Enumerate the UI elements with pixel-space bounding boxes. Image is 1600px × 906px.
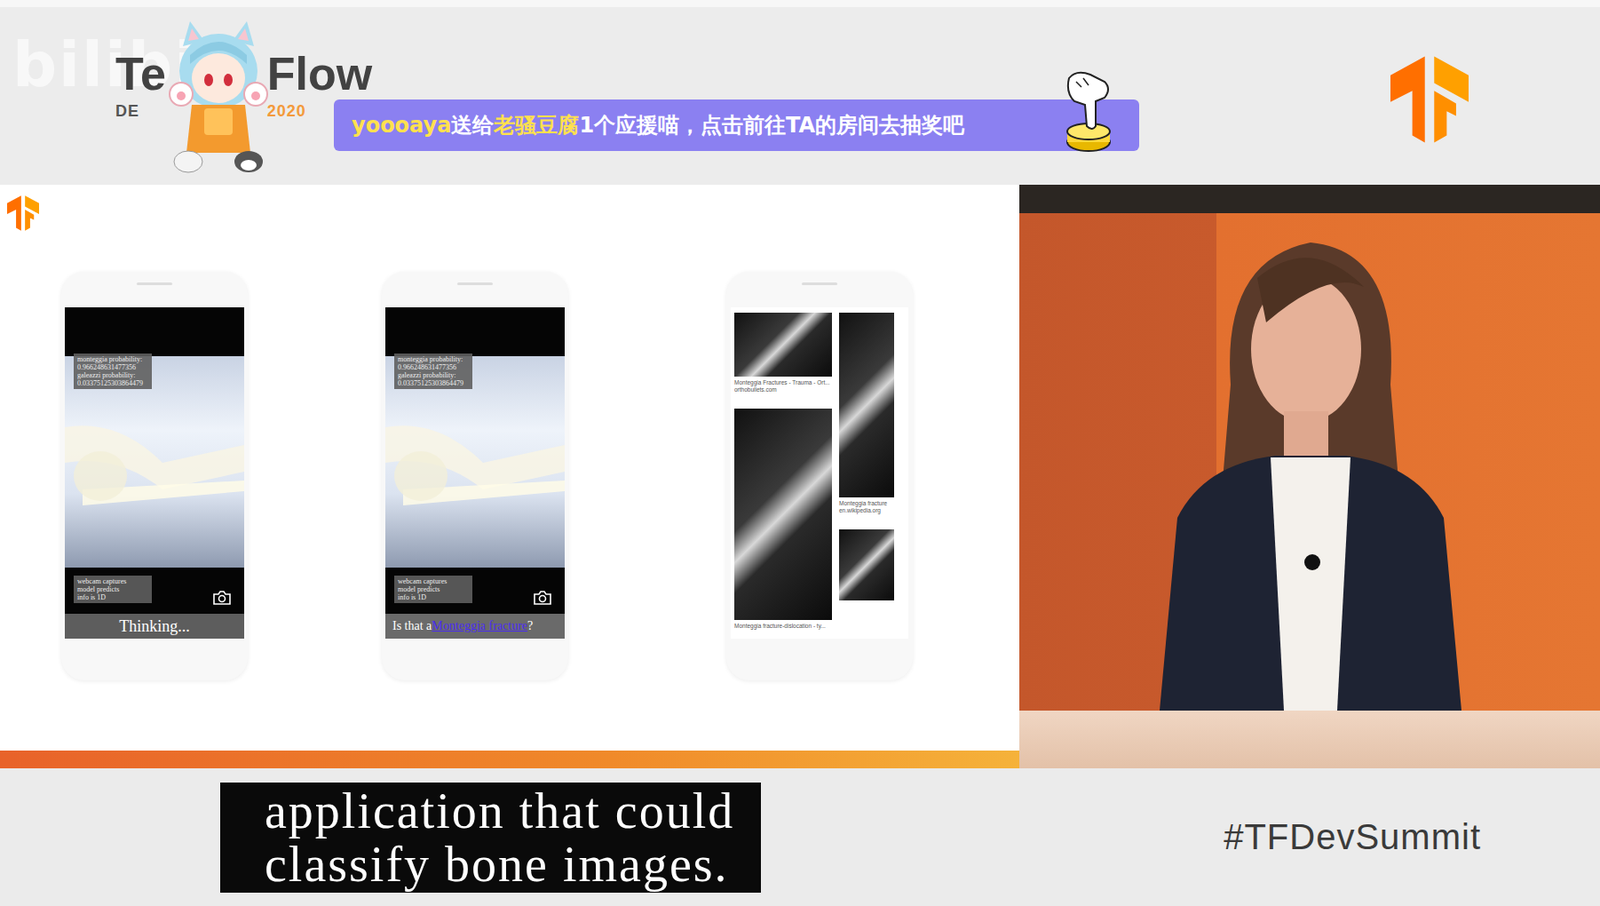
- results-column: Monteggia fractureen.wikipedia.org: [839, 312, 895, 634]
- camera-screen: Thinking... monteggia probability:0.96624…: [64, 307, 245, 639]
- notification-message: 1个应援喵，点击前往TA的房间去抽奖吧: [578, 110, 965, 140]
- status-text: Thinking...: [118, 617, 191, 636]
- result-source: orthobullets.com: [734, 386, 832, 394]
- subtitle-box: application that couldclassify bone imag…: [220, 782, 761, 893]
- probability-line: 0.03375125303864479: [77, 379, 149, 388]
- camera-icon[interactable]: [212, 589, 232, 606]
- result-source: en.wikipedia.org: [839, 506, 895, 515]
- phone-mockup: Is that a Monteggia fracture? monteggia p…: [381, 271, 569, 681]
- probability-line: monteggia probability:: [397, 355, 469, 364]
- pointing-hand-icon: [1056, 69, 1119, 154]
- info-line: webcam captures: [77, 577, 149, 586]
- info-line: webcam captures: [397, 577, 469, 586]
- podium: [1019, 710, 1600, 769]
- slide-accent-bar: [0, 750, 1020, 769]
- result-image[interactable]: [839, 312, 895, 498]
- probability-label: monteggia probability:0.966248631477356g…: [394, 353, 473, 389]
- slide: Thinking...monteggia probability:0.96624…: [0, 184, 1020, 769]
- subtitle-part: DE: [115, 101, 167, 121]
- title-part: Flow: [267, 51, 373, 96]
- phone-speaker: [457, 282, 493, 286]
- results-column: Monteggia Fractures - Trauma - Ort...ort…: [734, 312, 832, 634]
- sender-name: yoooaya: [351, 112, 452, 138]
- speaker-video: [1019, 184, 1600, 769]
- mascot-icon: [168, 19, 269, 175]
- result-caption[interactable]: Monteggia fractureen.wikipedia.org: [839, 499, 895, 515]
- search-results: Monteggia Fractures - Trauma - Ort...ort…: [730, 307, 909, 639]
- caption-area: application that couldclassify bone imag…: [0, 768, 1600, 906]
- phone-row: Thinking...monteggia probability:0.96624…: [0, 271, 1020, 681]
- screen-band: [64, 307, 245, 357]
- phone-mockup: Thinking... monteggia probability:0.96624…: [61, 271, 248, 681]
- probability-line: 0.966248631477356: [397, 363, 469, 372]
- tensorflow-logo-icon: [7, 195, 40, 231]
- status-suffix: ?: [527, 618, 533, 634]
- probability-label: monteggia probability:0.966248631477356g…: [73, 353, 152, 389]
- stage-wall: [1019, 213, 1600, 711]
- result-image[interactable]: [734, 312, 832, 377]
- info-line: model predicts: [77, 585, 149, 594]
- phone-mockup: Monteggia Fractures - Trauma - Ort...ort…: [726, 271, 913, 681]
- camera-icon[interactable]: [532, 589, 553, 606]
- header: bilibiliTeDEFlow2020yoooaya送给老骚豆腐1个应援喵，点…: [0, 0, 1600, 185]
- info-line: info is 1D: [397, 593, 469, 602]
- stage-ceiling: [1019, 184, 1600, 214]
- subtitle-line: classify bone images.: [264, 837, 735, 891]
- info-label: webcam capturesmodel predictsinfo is 1D: [73, 575, 152, 603]
- probability-line: galeazzi probability:: [397, 371, 469, 380]
- result-caption[interactable]: Monteggia fracture-dislocation - ty...: [734, 622, 832, 630]
- phone-speaker: [801, 282, 838, 286]
- result-title[interactable]: Monteggia fracture: [839, 499, 895, 507]
- result-caption[interactable]: Monteggia Fractures - Trauma - Ort...ort…: [734, 379, 832, 394]
- info-line: info is 1D: [77, 593, 149, 602]
- notification-verb: 送给: [451, 110, 494, 140]
- prediction-status: Is that a Monteggia fracture?: [385, 613, 565, 639]
- title-column: Te DE: [115, 51, 167, 121]
- result-title[interactable]: Monteggia fracture-dislocation - ty...: [734, 622, 832, 630]
- probability-line: galeazzi probability:: [77, 371, 149, 380]
- probability-line: 0.03375125303864479: [397, 379, 469, 388]
- hashtag: #TFDevSummit: [1223, 816, 1482, 857]
- info-line: model predicts: [397, 585, 469, 594]
- info-label: webcam capturesmodel predictsinfo is 1D: [394, 575, 473, 603]
- gift-notification[interactable]: yoooaya送给老骚豆腐1个应援喵，点击前往TA的房间去抽奖吧: [333, 99, 1140, 151]
- prediction-status: Thinking...: [64, 613, 245, 639]
- receiver-name: 老骚豆腐: [493, 110, 579, 140]
- subtitle-line: application that could: [264, 784, 735, 838]
- speaker-figure: [1124, 224, 1498, 711]
- screen-band: [385, 307, 565, 357]
- phone-speaker: [136, 282, 173, 286]
- slide-header: [0, 184, 1020, 272]
- title-part: Te: [115, 51, 167, 96]
- fracture-link[interactable]: Monteggia fracture: [431, 618, 528, 634]
- tensorflow-logo-icon: [1390, 55, 1469, 144]
- video-frame: Thinking...monteggia probability:0.96624…: [0, 184, 1600, 769]
- result-title[interactable]: Monteggia Fractures - Trauma - Ort...: [734, 379, 832, 387]
- camera-screen: Is that a Monteggia fracture? monteggia p…: [385, 307, 565, 639]
- probability-line: monteggia probability:: [77, 355, 149, 364]
- probability-line: 0.966248631477356: [77, 363, 149, 372]
- result-image[interactable]: [839, 529, 895, 601]
- result-image[interactable]: [734, 408, 832, 620]
- status-text: Is that a: [392, 618, 432, 634]
